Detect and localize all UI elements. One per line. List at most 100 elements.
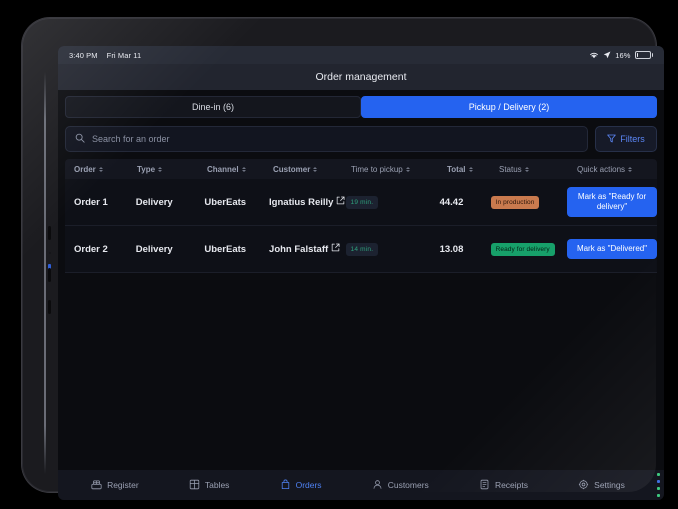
sort-icon[interactable] (469, 167, 473, 172)
column-header-channel[interactable]: Channel (207, 165, 273, 174)
column-header-order[interactable]: Order (65, 165, 137, 174)
sort-icon[interactable] (158, 167, 162, 172)
column-header-customer[interactable]: Customer (273, 165, 351, 174)
device-edge-highlight (44, 72, 46, 474)
cell-time-to-pickup: 19 min. (346, 196, 440, 209)
orders-table: Order Type Channel Customer (65, 159, 657, 453)
nav-item-tables[interactable]: Tables (189, 479, 230, 492)
volume-up-button[interactable] (48, 268, 51, 282)
table-empty-area (65, 273, 657, 453)
customer-name: Ignatius Reilly (269, 197, 333, 208)
status-dot (657, 494, 660, 497)
status-bar: 3:40 PM Fri Mar 11 (58, 46, 664, 64)
cell-time-to-pickup: 14 min. (346, 243, 440, 256)
column-header-quick-actions-label: Quick actions (577, 165, 625, 174)
cell-status: Ready for delivery (491, 243, 567, 256)
person-icon (372, 479, 383, 492)
search-box[interactable] (65, 126, 588, 152)
column-header-time-to-pickup[interactable]: Time to pickup (351, 165, 447, 174)
time-badge: 19 min. (346, 196, 379, 209)
nav-item-tables-label: Tables (205, 480, 230, 490)
tablet-screen: 3:40 PM Fri Mar 11 (58, 46, 664, 500)
search-toolbar: Filters (58, 118, 664, 159)
cell-customer[interactable]: Ignatius Reilly (269, 196, 345, 208)
cash-register-icon (91, 479, 102, 492)
table-row[interactable]: Order 2 Delivery UberEats John Falstaff (65, 226, 657, 273)
shopping-bag-icon (280, 479, 291, 492)
status-indicator-dots (657, 473, 660, 497)
tablet-device-frame: 3:40 PM Fri Mar 11 (22, 18, 656, 492)
cell-channel: UberEats (204, 197, 269, 208)
filters-button[interactable]: Filters (595, 126, 657, 152)
column-header-type[interactable]: Type (137, 165, 207, 174)
cell-type: Delivery (136, 244, 205, 255)
tab-dine-in[interactable]: Dine-in (6) (65, 96, 361, 118)
external-link-icon[interactable] (336, 196, 345, 208)
cell-customer[interactable]: John Falstaff (269, 243, 345, 255)
cell-type: Delivery (136, 197, 205, 208)
bottom-navigation: Register Tables (58, 470, 664, 500)
device-button-top[interactable] (48, 226, 51, 240)
receipt-icon (479, 479, 490, 492)
cell-order: Order 1 (65, 197, 136, 208)
status-dot (657, 487, 660, 490)
status-badge: Ready for delivery (491, 243, 555, 256)
column-header-status-label: Status (499, 165, 522, 174)
battery-icon (635, 51, 654, 59)
cell-quick-actions: Mark as "Ready for delivery" (567, 187, 657, 216)
tab-pickup-delivery[interactable]: Pickup / Delivery (2) (361, 96, 657, 118)
status-bar-date: Fri Mar 11 (107, 51, 142, 60)
screenshot-root: 3:40 PM Fri Mar 11 (0, 0, 678, 509)
sort-icon[interactable] (99, 167, 103, 172)
search-icon (75, 130, 85, 148)
column-header-channel-label: Channel (207, 165, 239, 174)
nav-item-settings[interactable]: Settings (578, 479, 625, 492)
gear-icon (578, 479, 589, 492)
nav-item-customers-label: Customers (388, 480, 429, 490)
grid-icon (189, 479, 200, 492)
external-link-icon[interactable] (331, 243, 340, 255)
time-badge: 14 min. (346, 243, 379, 256)
customer-name: John Falstaff (269, 244, 328, 255)
column-header-time-to-pickup-label: Time to pickup (351, 165, 403, 174)
column-header-order-label: Order (74, 165, 96, 174)
mark-as-ready-for-delivery-button[interactable]: Mark as "Ready for delivery" (567, 187, 657, 216)
cell-total: 44.42 (440, 197, 491, 208)
volume-down-button[interactable] (48, 300, 51, 314)
sort-icon[interactable] (628, 167, 632, 172)
status-dot (657, 473, 660, 476)
battery-percent-label: 16% (615, 51, 630, 60)
nav-item-register[interactable]: Register (91, 479, 139, 492)
sort-icon[interactable] (406, 167, 410, 172)
column-header-total-label: Total (447, 165, 466, 174)
nav-item-settings-label: Settings (594, 480, 625, 490)
sort-icon[interactable] (525, 167, 529, 172)
cell-quick-actions: Mark as "Delivered" (567, 239, 657, 259)
nav-item-customers[interactable]: Customers (372, 479, 429, 492)
column-header-type-label: Type (137, 165, 155, 174)
column-header-status[interactable]: Status (499, 165, 577, 174)
mark-as-delivered-button[interactable]: Mark as "Delivered" (567, 239, 657, 259)
column-header-customer-label: Customer (273, 165, 310, 174)
status-badge: In production (491, 196, 540, 209)
filters-button-label: Filters (620, 134, 645, 144)
nav-item-orders-label: Orders (296, 480, 322, 490)
wifi-icon (589, 51, 599, 59)
location-arrow-icon (603, 51, 611, 59)
table-header-row: Order Type Channel Customer (65, 159, 657, 179)
cell-total: 13.08 (440, 244, 491, 255)
column-header-quick-actions[interactable]: Quick actions (577, 165, 657, 174)
sort-icon[interactable] (242, 167, 246, 172)
table-row[interactable]: Order 1 Delivery UberEats Ignatius Reill… (65, 179, 657, 226)
page-title: Order management (58, 64, 664, 90)
nav-item-receipts-label: Receipts (495, 480, 528, 490)
search-input[interactable] (92, 134, 578, 144)
status-dot (657, 480, 660, 483)
sort-icon[interactable] (313, 167, 317, 172)
column-header-total[interactable]: Total (447, 165, 499, 174)
cell-channel: UberEats (204, 244, 269, 255)
status-bar-time: 3:40 PM (69, 51, 98, 60)
cell-status: In production (491, 196, 567, 209)
nav-item-orders[interactable]: Orders (280, 479, 322, 492)
nav-item-receipts[interactable]: Receipts (479, 479, 528, 492)
